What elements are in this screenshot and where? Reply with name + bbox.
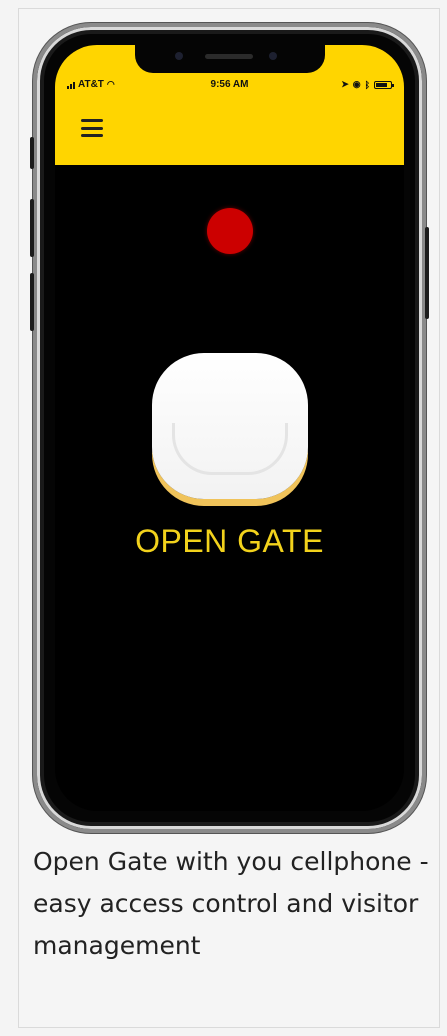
status-time: 9:56 AM	[210, 79, 249, 90]
alarm-icon: ◉	[352, 79, 361, 89]
open-gate-label[interactable]: OPEN GATE	[55, 523, 404, 560]
carrier-name: AT&T	[78, 79, 104, 90]
location-arrow-icon: ➤	[341, 79, 349, 89]
volume-down-button	[30, 273, 34, 331]
phone-mockup: AT&T ◠ 9:56 AM ➤ ◉ ᛒ OPEN GATE	[30, 23, 429, 833]
phone-notch	[134, 45, 325, 73]
mute-switch	[30, 137, 34, 169]
battery-icon	[374, 80, 394, 89]
speaker-grille	[204, 54, 253, 59]
camera-icon	[174, 52, 183, 60]
wifi-icon: ◠	[106, 79, 115, 89]
status-indicator-dot	[206, 208, 253, 254]
product-card: AT&T ◠ 9:56 AM ➤ ◉ ᛒ OPEN GATE Open Gate…	[18, 8, 440, 1028]
battery-level	[376, 82, 388, 87]
gate-button-icon	[171, 423, 288, 475]
status-right: ➤ ◉ ᛒ	[341, 79, 394, 90]
status-left: AT&T ◠	[67, 79, 115, 90]
volume-up-button	[30, 199, 34, 257]
open-gate-button[interactable]	[151, 353, 308, 499]
app-header: AT&T ◠ 9:56 AM ➤ ◉ ᛒ	[55, 45, 404, 165]
bluetooth-icon: ᛒ	[364, 79, 370, 90]
signal-icon	[67, 81, 75, 89]
hamburger-menu-icon[interactable]	[81, 119, 103, 137]
status-bar: AT&T ◠ 9:56 AM ➤ ◉ ᛒ	[67, 79, 394, 93]
phone-screen: AT&T ◠ 9:56 AM ➤ ◉ ᛒ OPEN GATE	[55, 45, 404, 811]
power-button	[425, 227, 429, 319]
card-caption: Open Gate with you cellphone - easy acce…	[33, 847, 429, 960]
sensor-icon	[268, 52, 277, 60]
